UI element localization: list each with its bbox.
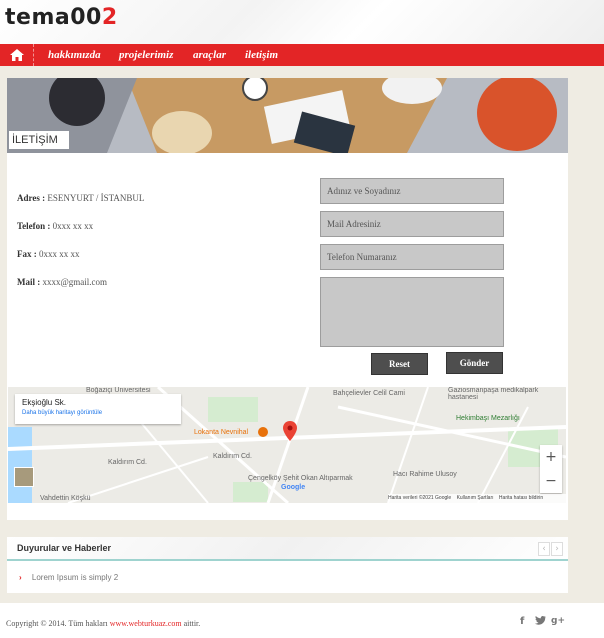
phone-input[interactable]: Telefon Numaranız <box>320 244 504 270</box>
address-label: Adres : <box>17 193 46 203</box>
map-label-hospital-2: Hacı Rahime Ulusoy <box>393 471 457 478</box>
name-input[interactable]: Adınız ve Soyadınız <box>320 178 504 204</box>
map-place-name: Ekşioğlu Sk. <box>22 398 67 407</box>
site-footer: Copyright © 2014. Tüm hakları www.webtur… <box>0 603 604 638</box>
chevron-left-icon[interactable]: ‹ <box>538 542 550 556</box>
nav-item-iletisim[interactable]: iletişim <box>245 44 278 66</box>
google-logo: Google <box>281 484 306 491</box>
reset-button[interactable]: Reset <box>371 353 428 375</box>
mail-input[interactable]: Mail Adresiniz <box>320 211 504 237</box>
list-item[interactable]: › Lorem Ipsum is simply 2 <box>19 573 118 582</box>
twitter-icon[interactable] <box>535 616 546 628</box>
mail-label: Mail : <box>17 277 41 287</box>
chevron-right-icon[interactable]: › <box>551 542 563 556</box>
logo-accent: 2 <box>101 5 118 30</box>
nav-item-projelerimiz[interactable]: projelerimiz <box>119 44 173 66</box>
copyright-prefix: Copyright © 2014. Tüm hakları <box>6 619 108 628</box>
announcements-header: Duyurular ve Haberler ‹ › <box>7 537 568 561</box>
map-report-link[interactable]: Harita hatası bildirin <box>499 495 543 501</box>
map-label-cami: Bahçelievler Celil Cami <box>333 390 405 397</box>
map-label-hospital: Gaziosmanpaşa medikalpark hastanesi <box>448 387 539 401</box>
address-line: Adres : ESENYURT / İSTANBUL <box>17 193 144 203</box>
page-title: İLETİŞİM <box>9 131 69 149</box>
copyright-text: Copyright © 2014. Tüm hakları www.webtur… <box>6 619 200 628</box>
address-value: ESENYURT / İSTANBUL <box>47 193 145 203</box>
map-label-road-2: Kaldırım Cd. <box>213 453 252 460</box>
google-plus-icon[interactable]: g+ <box>551 616 565 626</box>
street-view-thumbnail[interactable] <box>14 467 34 487</box>
map-pin-icon[interactable] <box>283 421 297 441</box>
map-label-school: Vahdettin Köşkü <box>40 495 91 502</box>
map-place-card: Ekşioğlu Sk. Daha büyük haritayı görüntü… <box>15 394 181 424</box>
site-logo[interactable]: tema002 <box>5 5 118 30</box>
chevron-right-icon: › <box>19 573 22 582</box>
nav-item-araclar[interactable]: araçlar <box>193 44 226 66</box>
map-zoom-controls: + − <box>540 445 562 493</box>
logo-text: tema00 <box>5 5 102 30</box>
fax-line: Fax : 0xxx xx xx <box>17 249 80 259</box>
banner-image <box>7 78 568 153</box>
contact-content: İLETİŞİM Adres : ESENYURT / İSTANBUL Tel… <box>7 78 568 520</box>
map-label-cemetery: Hekimbaşı Mezarlığı <box>456 415 520 422</box>
map-attribution: Harita verileri ©2021 Google <box>388 495 452 501</box>
fax-label: Fax : <box>17 249 37 259</box>
zoom-in-button[interactable]: + <box>540 445 562 469</box>
nav-item-hakkimizda[interactable]: hakkımızda <box>48 44 101 66</box>
announcements-panel: Duyurular ve Haberler ‹ › › Lorem Ipsum … <box>7 537 568 593</box>
map-terms-link[interactable]: Kullanım Şartları <box>457 495 494 501</box>
map-label-university: Boğaziçi Üniversitesi <box>86 387 151 394</box>
page-banner: İLETİŞİM <box>7 78 568 153</box>
phone-label: Telefon : <box>17 221 51 231</box>
message-textarea[interactable] <box>320 277 504 347</box>
fax-value: 0xxx xx xx <box>39 249 80 259</box>
mail-value: xxxx@gmail.com <box>42 277 108 287</box>
zoom-out-button[interactable]: − <box>540 469 562 493</box>
main-navigation: hakkımızda projelerimiz araçlar iletişim <box>0 44 604 66</box>
phone-line: Telefon : 0xxx xx xx <box>17 221 93 231</box>
facebook-icon[interactable]: f <box>520 616 524 627</box>
map-attribution-bar: Harita verileri ©2021 Google Kullanım Şa… <box>388 494 566 503</box>
map-label-restaurant: Lokanta Nevnihal <box>194 429 249 436</box>
google-map[interactable]: Boğaziçi Üniversitesi Bahçelievler Celil… <box>8 387 566 503</box>
phone-value: 0xxx xx xx <box>52 221 94 231</box>
submit-button[interactable]: Gönder <box>446 352 503 374</box>
nav-home-button[interactable] <box>0 44 34 66</box>
home-icon <box>9 49 24 61</box>
announcements-title: Duyurular ve Haberler <box>17 543 112 553</box>
mail-line: Mail : xxxx@gmail.com <box>17 277 107 287</box>
map-label-road-1: Kaldırım Cd. <box>108 459 147 466</box>
news-item-text: Lorem Ipsum is simply 2 <box>31 573 119 582</box>
site-header: tema002 <box>0 0 604 44</box>
copyright-suffix: aittir. <box>183 619 201 628</box>
map-label-mosque: Çengelköy Şehit Okan Altıparmak <box>248 475 353 482</box>
restaurant-marker-icon <box>258 427 268 437</box>
copyright-link[interactable]: www.webturkuaz.com <box>110 619 182 628</box>
larger-map-link[interactable]: Daha büyük haritayı görüntüle <box>22 410 102 416</box>
